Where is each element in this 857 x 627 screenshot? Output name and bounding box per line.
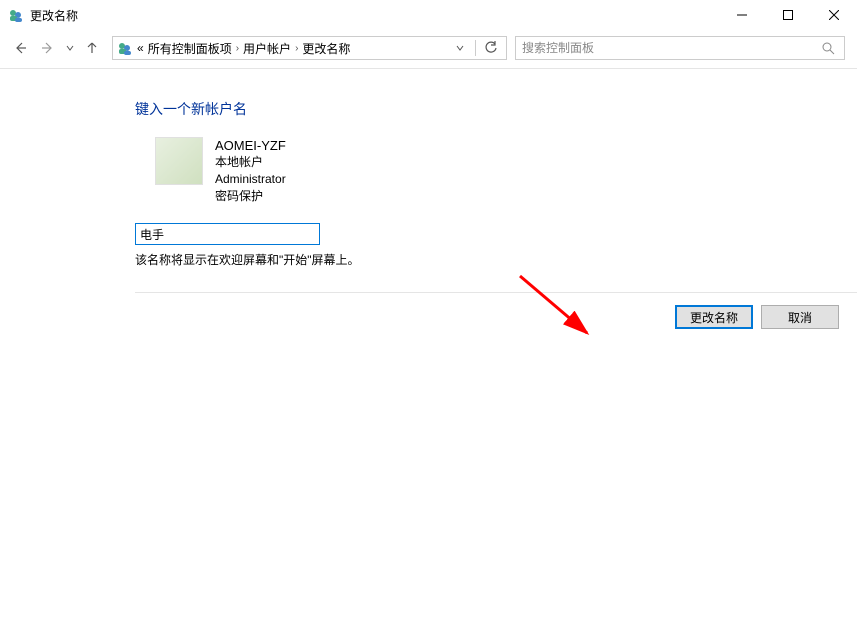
page-heading: 键入一个新帐户名 bbox=[135, 99, 857, 119]
address-dropdown[interactable] bbox=[449, 37, 471, 59]
minimize-button[interactable] bbox=[719, 0, 765, 30]
address-bar[interactable]: « 所有控制面板项 › 用户帐户 › 更改名称 bbox=[112, 36, 507, 60]
account-name: AOMEI-YZF bbox=[215, 137, 286, 154]
up-button[interactable] bbox=[80, 36, 104, 60]
search-box[interactable] bbox=[515, 36, 845, 60]
back-button[interactable] bbox=[8, 36, 32, 60]
search-icon[interactable] bbox=[818, 38, 838, 58]
address-icon bbox=[117, 40, 133, 56]
chevron-right-icon: › bbox=[295, 43, 298, 54]
navbar: « 所有控制面板项 › 用户帐户 › 更改名称 bbox=[0, 30, 857, 66]
avatar bbox=[155, 137, 203, 185]
history-dropdown[interactable] bbox=[64, 36, 76, 60]
account-password-status: 密码保护 bbox=[215, 188, 286, 205]
app-icon bbox=[8, 7, 24, 23]
button-row: 更改名称 取消 bbox=[135, 293, 857, 329]
breadcrumb-item-2[interactable]: 更改名称 bbox=[302, 40, 350, 57]
breadcrumb-item-1[interactable]: 用户帐户 bbox=[243, 40, 291, 57]
forward-button[interactable] bbox=[36, 36, 60, 60]
cancel-button[interactable]: 取消 bbox=[761, 305, 839, 329]
titlebar: 更改名称 bbox=[0, 0, 857, 30]
maximize-button[interactable] bbox=[765, 0, 811, 30]
account-details: AOMEI-YZF 本地帐户 Administrator 密码保护 bbox=[215, 137, 286, 205]
refresh-button[interactable] bbox=[480, 37, 502, 59]
divider bbox=[475, 40, 476, 56]
account-info-block: AOMEI-YZF 本地帐户 Administrator 密码保护 bbox=[155, 137, 857, 205]
hint-text: 该名称将显示在欢迎屏幕和"开始"屏幕上。 bbox=[135, 251, 857, 268]
chevron-right-icon: › bbox=[236, 43, 239, 54]
new-name-input[interactable] bbox=[135, 223, 320, 245]
search-input[interactable] bbox=[522, 41, 818, 55]
content-area: 键入一个新帐户名 AOMEI-YZF 本地帐户 Administrator 密码… bbox=[0, 69, 857, 329]
close-button[interactable] bbox=[811, 0, 857, 30]
account-role: Administrator bbox=[215, 171, 286, 188]
breadcrumb-item-0[interactable]: 所有控制面板项 bbox=[148, 40, 232, 57]
window-controls bbox=[719, 0, 857, 30]
breadcrumb-prefix: « bbox=[137, 41, 144, 55]
account-type: 本地帐户 bbox=[215, 154, 286, 171]
change-name-button[interactable]: 更改名称 bbox=[675, 305, 753, 329]
window-title: 更改名称 bbox=[30, 7, 78, 24]
